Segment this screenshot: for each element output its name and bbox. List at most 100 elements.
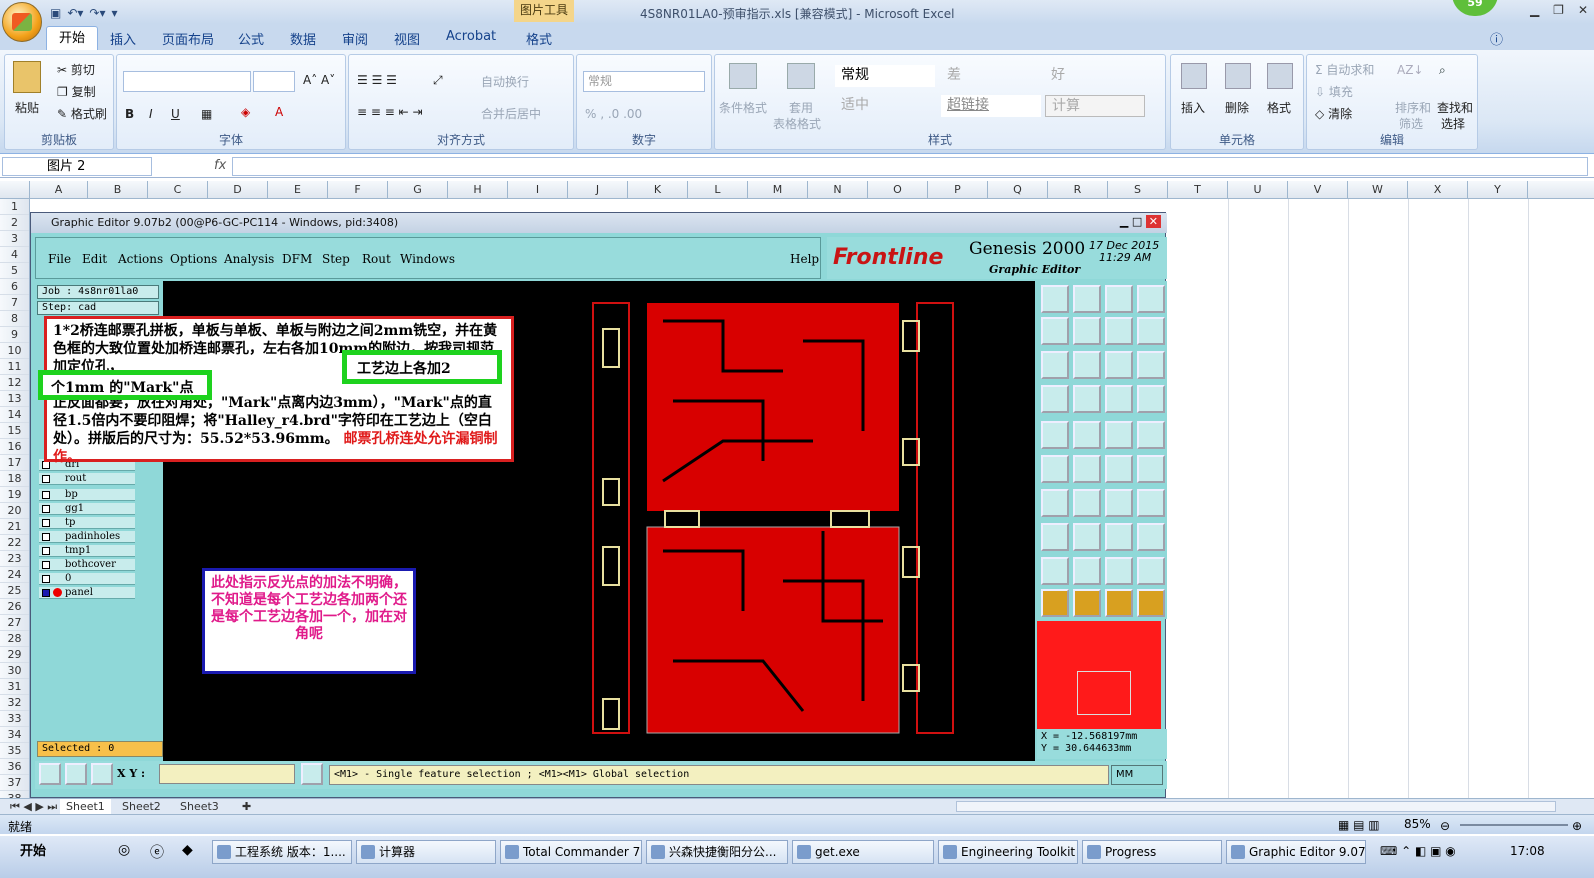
row-header[interactable]: 36 bbox=[0, 759, 29, 775]
paste-button[interactable]: 粘贴 bbox=[15, 99, 39, 116]
align-left-icon[interactable]: ≡ ≡ ≡ ⇤ ⇥ bbox=[357, 105, 423, 119]
tool-button[interactable] bbox=[1041, 557, 1069, 585]
row-header[interactable]: 20 bbox=[0, 503, 29, 519]
row-header[interactable]: 7 bbox=[0, 295, 29, 311]
tool-button[interactable] bbox=[1105, 489, 1133, 517]
tool-button[interactable] bbox=[1041, 489, 1069, 517]
insert-cells-button[interactable]: 插入 bbox=[1181, 99, 1205, 116]
menu-file[interactable]: File bbox=[48, 252, 71, 266]
tool-button[interactable] bbox=[1105, 351, 1133, 379]
col-header[interactable]: S bbox=[1108, 181, 1168, 199]
col-header[interactable]: Q bbox=[988, 181, 1048, 199]
row-header[interactable]: 8 bbox=[0, 311, 29, 327]
menu-actions[interactable]: Actions bbox=[118, 252, 163, 266]
tool-button[interactable] bbox=[1041, 385, 1069, 413]
app-icon[interactable]: ◆ bbox=[182, 842, 193, 858]
col-header[interactable]: R bbox=[1048, 181, 1108, 199]
tool-button[interactable] bbox=[1105, 421, 1133, 449]
layer-row[interactable]: tp bbox=[39, 517, 135, 529]
tool-button[interactable] bbox=[1073, 385, 1101, 413]
wrap-text-button[interactable]: 自动换行 bbox=[481, 73, 529, 90]
save-icon[interactable]: ▣ bbox=[50, 6, 61, 20]
row-header[interactable]: 30 bbox=[0, 663, 29, 679]
merge-center-button[interactable]: 合并后居中 bbox=[481, 105, 541, 122]
row-header[interactable]: 31 bbox=[0, 679, 29, 695]
zoom-in-icon[interactable]: ⊕ bbox=[1572, 819, 1582, 833]
tab-acrobat[interactable]: Acrobat bbox=[446, 29, 496, 44]
question-note[interactable]: 此处指示反光点的加法不明确，不知道是每个工艺边各加两个还是每个工艺边各加一个，加… bbox=[202, 568, 416, 674]
tool-button[interactable] bbox=[1105, 317, 1133, 345]
insert-cells-icon[interactable] bbox=[1181, 63, 1207, 89]
tool-button[interactable] bbox=[1105, 523, 1133, 551]
overview-viewport[interactable] bbox=[1077, 671, 1131, 715]
font-name-select[interactable] bbox=[123, 71, 251, 92]
highlight-box-top[interactable]: 工艺边上各加2 bbox=[342, 350, 502, 384]
layer-row[interactable]: tmp1 bbox=[39, 545, 135, 557]
style-calculation[interactable]: 计算 bbox=[1045, 95, 1145, 117]
close-icon[interactable]: ✕ bbox=[1578, 3, 1588, 17]
fill-button[interactable]: ⇩ 填充 bbox=[1315, 83, 1353, 100]
delete-cells-button[interactable]: 删除 bbox=[1225, 99, 1249, 116]
col-header[interactable]: L bbox=[688, 181, 748, 199]
start-button[interactable]: 开始 bbox=[2, 840, 58, 864]
format-as-table-button[interactable]: 套用 bbox=[789, 99, 813, 116]
tool-button[interactable] bbox=[1073, 317, 1101, 345]
col-header[interactable]: Y bbox=[1468, 181, 1528, 199]
tool-button[interactable] bbox=[1073, 557, 1101, 585]
clear-button[interactable]: ◇ 清除 bbox=[1315, 105, 1352, 122]
tool-button[interactable] bbox=[1137, 489, 1165, 517]
chrome-icon[interactable]: ◎ bbox=[118, 842, 130, 858]
row-header[interactable]: 16 bbox=[0, 439, 29, 455]
maximize-icon[interactable]: □ bbox=[1132, 215, 1142, 228]
col-header[interactable]: P bbox=[928, 181, 988, 199]
tab-data[interactable]: 数据 bbox=[290, 29, 316, 48]
tab-insert[interactable]: 插入 bbox=[110, 29, 136, 48]
delete-cells-icon[interactable] bbox=[1225, 63, 1251, 89]
fill-color-icon[interactable]: ◈ bbox=[241, 105, 250, 119]
tool-button[interactable] bbox=[1105, 385, 1133, 413]
grow-font-icon[interactable]: A˄ A˅ bbox=[303, 73, 335, 87]
bold-button[interactable]: B bbox=[125, 107, 134, 121]
menu-dfm[interactable]: DFM bbox=[282, 252, 312, 266]
col-header[interactable]: O bbox=[868, 181, 928, 199]
tool-button[interactable] bbox=[1137, 421, 1165, 449]
col-header[interactable]: D bbox=[208, 181, 268, 199]
col-header[interactable]: N bbox=[808, 181, 868, 199]
sheet-tab[interactable]: Sheet2 bbox=[116, 799, 167, 814]
row-header[interactable]: 6 bbox=[0, 279, 29, 295]
customize-qat-icon[interactable]: ▾ bbox=[112, 6, 118, 20]
insert-sheet-icon[interactable]: ✚ bbox=[236, 799, 257, 814]
col-header[interactable]: W bbox=[1348, 181, 1408, 199]
zoom-level[interactable]: 85% bbox=[1404, 817, 1431, 831]
paste-icon[interactable] bbox=[13, 61, 41, 93]
style-good[interactable]: 好 bbox=[1045, 65, 1145, 87]
taskbar-item[interactable]: Engineering Toolkit 9.... bbox=[938, 840, 1078, 864]
notification-badge[interactable]: 59 bbox=[1452, 0, 1498, 16]
measure-tool-icon[interactable] bbox=[65, 763, 87, 785]
tool-button[interactable] bbox=[1105, 557, 1133, 585]
number-format-select[interactable]: 常规 bbox=[583, 71, 705, 92]
sheet-tab[interactable]: Sheet3 bbox=[174, 799, 225, 814]
sort-filter-button[interactable]: 排序和 bbox=[1395, 99, 1431, 116]
tab-home[interactable]: 开始 bbox=[46, 26, 98, 51]
percent-icon[interactable]: % ‚ .0 .00 bbox=[585, 107, 642, 121]
row-header[interactable]: 23 bbox=[0, 551, 29, 567]
minimize-icon[interactable]: ▁ bbox=[1530, 3, 1539, 17]
layer-row[interactable]: 0 bbox=[39, 573, 135, 585]
table-format-icon[interactable] bbox=[787, 63, 815, 89]
help-icon[interactable]: ⓘ bbox=[1490, 29, 1503, 48]
restore-icon[interactable]: ❐ bbox=[1553, 3, 1564, 17]
pointer-tool-button[interactable] bbox=[1041, 589, 1069, 617]
border-icon[interactable]: ▦ bbox=[201, 107, 212, 121]
col-header[interactable]: B bbox=[88, 181, 148, 199]
taskbar-item[interactable]: Progress bbox=[1082, 840, 1222, 864]
row-header[interactable]: 9 bbox=[0, 327, 29, 343]
tab-format[interactable]: 格式 bbox=[526, 29, 552, 48]
tool-button[interactable] bbox=[1137, 557, 1165, 585]
italic-button[interactable]: I bbox=[149, 107, 153, 121]
taskbar-item[interactable]: Graphic Editor 9.07b2... bbox=[1226, 840, 1366, 864]
row-header[interactable]: 25 bbox=[0, 583, 29, 599]
font-size-select[interactable] bbox=[253, 71, 295, 92]
col-header[interactable]: G bbox=[388, 181, 448, 199]
taskbar-item[interactable]: Total Commander 7.0 ... bbox=[500, 840, 642, 864]
